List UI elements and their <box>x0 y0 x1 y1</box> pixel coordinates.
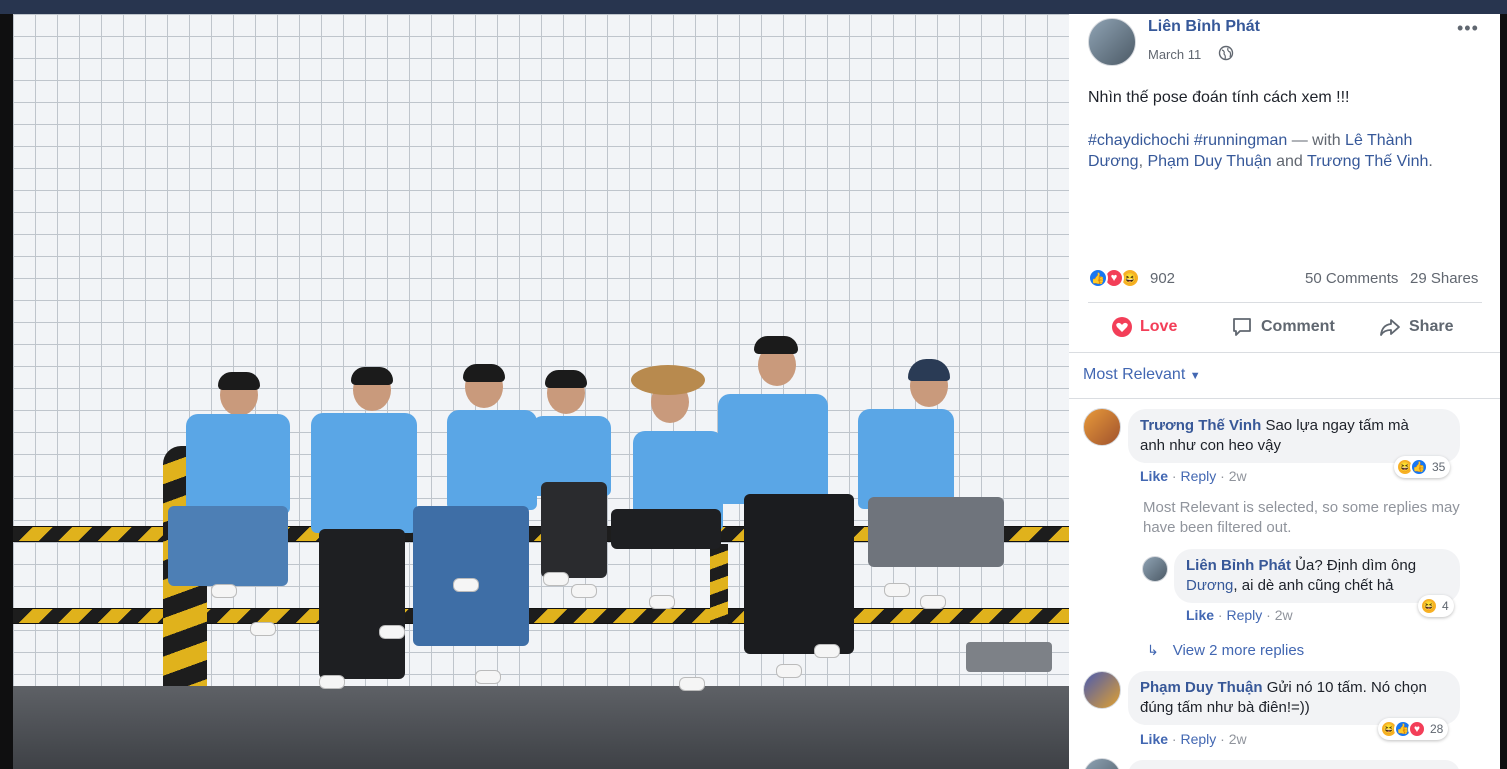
tagged-person-1b[interactable]: Dương <box>1088 153 1139 170</box>
comment-bubble: Trương Thế Vinh Sao lựa ngay tấm mà anh … <box>1128 409 1460 463</box>
post-tags: #chaydichochi #runningman — with Lê Thàn… <box>1088 132 1433 170</box>
love-button[interactable]: Love <box>1112 315 1177 339</box>
comment-text: anh như con heo vậy <box>1140 437 1281 454</box>
comment-text: đúng tấm như bà điên!=)) <box>1140 699 1310 716</box>
reply-meta: Like · Reply · 2w <box>1186 607 1293 623</box>
reply-link[interactable]: Reply <box>1226 607 1262 623</box>
reaction-number: 4 <box>1442 599 1449 613</box>
comment-button[interactable]: Comment <box>1231 315 1335 339</box>
love-icon <box>1112 317 1132 337</box>
post-details-panel: Liên Bỉnh Phát March 11 ••• Nhìn thế pos… <box>1069 14 1500 769</box>
comments-count[interactable]: 50 Comments <box>1305 270 1398 287</box>
comment-sort-dropdown[interactable]: Most Relevant ▼ <box>1083 366 1201 384</box>
haha-reaction-icon: 😆 <box>1420 597 1438 615</box>
tagged-person-1a[interactable]: Lê Thành <box>1345 132 1412 149</box>
commenter-name[interactable]: Phạm Duy Thuận <box>1140 679 1263 696</box>
view-more-replies-link[interactable]: ↳ View 2 more replies <box>1147 642 1304 659</box>
comment-text: Gửi nó 10 tấm. Nó chọn <box>1266 679 1427 696</box>
comment-reaction-count[interactable]: 😆 👍 ♥ 28 <box>1378 718 1449 740</box>
section-divider <box>1069 352 1500 353</box>
like-link[interactable]: Like <box>1140 731 1168 747</box>
reply-author-name[interactable]: Liên Bỉnh Phát <box>1186 557 1291 574</box>
reply-text: Ủa? Định dìm ông <box>1295 557 1417 574</box>
hashtags[interactable]: #chaydichochi #runningman <box>1088 132 1287 149</box>
person-5-with-straw-hat <box>603 359 733 699</box>
reply-link[interactable]: Reply <box>1180 731 1216 747</box>
share-icon <box>1380 319 1400 336</box>
post-photo[interactable] <box>13 14 1069 769</box>
reply-text: , ai dè anh cũng chết hả <box>1233 577 1394 594</box>
reaction-number: 35 <box>1432 460 1446 474</box>
scrollbar-edge <box>1500 14 1507 769</box>
tagged-person-3[interactable]: Trương Thế Vinh <box>1307 153 1428 170</box>
commenter-avatar[interactable] <box>1083 671 1121 709</box>
author-avatar[interactable] <box>1088 18 1136 66</box>
post-date[interactable]: March 11 <box>1148 47 1201 62</box>
comment-icon <box>1233 318 1251 336</box>
share-button[interactable]: Share <box>1379 315 1453 339</box>
love-label: Love <box>1140 318 1178 335</box>
caret-down-icon: ▼ <box>1189 370 1201 382</box>
more-options-icon[interactable]: ••• <box>1457 18 1479 39</box>
reply-link[interactable]: Reply <box>1180 468 1216 484</box>
like-reaction-icon: 👍 <box>1088 268 1108 288</box>
like-link[interactable]: Like <box>1186 607 1214 623</box>
comment-meta: Like · Reply · 2w <box>1140 731 1247 747</box>
like-reaction-icon: 👍 <box>1410 458 1428 476</box>
comment-meta: Like · Reply · 2w <box>1140 468 1247 484</box>
reply-time[interactable]: 2w <box>1275 607 1293 623</box>
comment-bubble: Phạm Duy Thuận Gửi nó 10 tấm. Nó chọn đú… <box>1128 671 1460 725</box>
commenter-avatar[interactable] <box>1083 758 1121 769</box>
author-name[interactable]: Liên Bỉnh Phát <box>1148 18 1260 36</box>
commenter-name[interactable]: Trương Thế Vinh <box>1140 417 1261 434</box>
reply-author-avatar[interactable] <box>1142 556 1168 582</box>
person-6-with-cap <box>718 334 858 704</box>
person-3 <box>403 364 543 706</box>
tagged-person-2[interactable]: Phạm Duy Thuận <box>1147 153 1271 170</box>
globe-icon <box>1218 45 1234 61</box>
shares-count[interactable]: 29 Shares <box>1410 270 1478 287</box>
post-text: Nhìn thế pose đoán tính cách xem !!! <box>1088 89 1350 106</box>
comment-time[interactable]: 2w <box>1229 731 1247 747</box>
reply-bubble: Liên Bỉnh Phát Ủa? Định dìm ông Dương, a… <box>1174 549 1460 603</box>
share-label: Share <box>1409 318 1454 335</box>
sort-label: Most Relevant <box>1083 366 1186 383</box>
reaction-count[interactable]: 902 <box>1150 270 1175 287</box>
person-1 <box>138 372 298 664</box>
love-reaction-icon: ♥ <box>1408 720 1426 738</box>
like-link[interactable]: Like <box>1140 468 1168 484</box>
comment-bubble-partial <box>1128 760 1460 769</box>
period-text: . <box>1428 153 1433 170</box>
reply-arrow-icon: ↳ <box>1147 642 1159 658</box>
divider <box>1088 302 1482 303</box>
person-7-with-cap <box>858 359 1008 619</box>
reply-mention[interactable]: Dương <box>1186 577 1233 594</box>
and-text: and <box>1271 153 1307 170</box>
utility-box <box>966 642 1052 672</box>
comment-label: Comment <box>1261 318 1335 335</box>
reply-reaction-count[interactable]: 😆 4 <box>1418 595 1454 617</box>
facebook-top-bar <box>0 0 1507 14</box>
filtered-notice: Most Relevant is selected, so some repli… <box>1143 499 1460 536</box>
section-divider <box>1069 398 1500 399</box>
comment-reaction-count[interactable]: 😆 👍 35 <box>1394 456 1451 478</box>
with-text: — with <box>1287 132 1346 149</box>
comment-time[interactable]: 2w <box>1229 468 1247 484</box>
reaction-number: 28 <box>1430 722 1444 736</box>
commenter-avatar[interactable] <box>1083 408 1121 446</box>
view-more-label: View 2 more replies <box>1172 642 1305 659</box>
comment-text: Sao lựa ngay tấm mà <box>1265 417 1409 434</box>
